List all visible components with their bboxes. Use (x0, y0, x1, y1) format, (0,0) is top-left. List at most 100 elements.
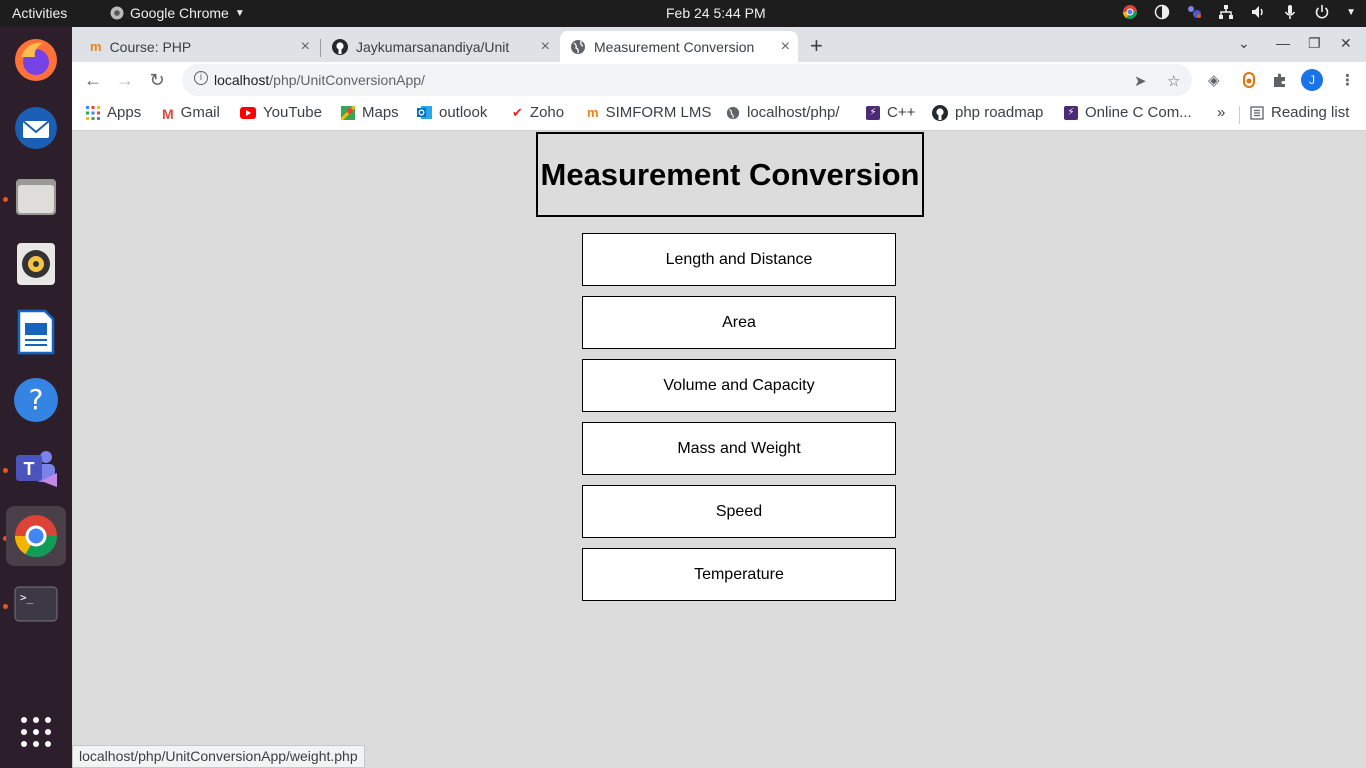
dock-terminal[interactable]: >_ (6, 574, 66, 634)
page-title-box: Measurement Conversion (536, 132, 924, 217)
send-tab-icon[interactable]: ➤ (1134, 72, 1147, 90)
forward-icon[interactable]: → (114, 69, 136, 91)
chrome-icon (14, 515, 58, 558)
dock-rhythmbox[interactable] (6, 234, 66, 294)
bookmarks-divider (1239, 106, 1240, 124)
dock-help[interactable]: ? (6, 370, 66, 430)
bookmark-label: Gmail (180, 104, 220, 121)
back-icon[interactable]: ← (82, 69, 104, 91)
app-name: Google Chrome (130, 5, 229, 21)
bookmark-gmail[interactable]: M Gmail (162, 104, 220, 122)
dock-files[interactable] (6, 166, 66, 226)
bookmark-label: outlook (439, 104, 488, 121)
address-bar[interactable]: i localhost/php/UnitConversionApp/ ➤ ☆ (182, 64, 1192, 96)
bookmark-star-icon[interactable]: ☆ (1167, 72, 1180, 90)
site-info-icon[interactable]: i (194, 71, 208, 85)
tab-search-icon[interactable]: ⌄ (1238, 35, 1250, 52)
chevron-down-icon[interactable]: ▼ (1346, 7, 1356, 18)
thunderbird-icon (15, 107, 57, 149)
tab-measurement-conversion[interactable]: Measurement Conversion × (560, 31, 798, 62)
volume-capacity-button[interactable]: Volume and Capacity (582, 359, 896, 412)
github-icon (932, 104, 948, 121)
maps-icon (341, 105, 355, 120)
reading-list-label: Reading list (1271, 104, 1350, 121)
night-light-icon[interactable] (1154, 4, 1170, 20)
dock: ? T >_ (0, 27, 72, 768)
help-icon: ? (14, 378, 58, 422)
terminal-icon: >_ (14, 586, 58, 622)
clock[interactable]: Feb 24 5:44 PM (666, 5, 766, 21)
github-icon (332, 38, 348, 55)
show-applications-button[interactable] (6, 702, 66, 762)
apps-grid-icon (86, 105, 100, 120)
tab-course-php[interactable]: m Course: PHP × (80, 31, 318, 62)
document-writer-icon (17, 309, 55, 355)
bookmark-zoho[interactable]: ✔ Zoho (512, 104, 564, 121)
bookmark-outlook[interactable]: outlook (417, 104, 487, 121)
gmail-icon: M (162, 105, 174, 122)
bookmark-label: YouTube (263, 104, 322, 121)
teams-tray-icon[interactable] (1186, 4, 1202, 20)
extension-orange-icon[interactable] (1242, 72, 1256, 88)
close-icon[interactable]: × (781, 38, 790, 56)
activities-button[interactable]: Activities (12, 5, 67, 21)
dock-teams[interactable]: T (6, 438, 66, 498)
tab-title: Jaykumarsanandiya/Unit (356, 38, 510, 55)
globe-icon (571, 39, 585, 54)
svg-text:>_: >_ (20, 591, 34, 604)
close-icon[interactable]: × (301, 38, 310, 56)
area-button[interactable]: Area (582, 296, 896, 349)
menu-kebab-icon[interactable]: ⋮ (1340, 71, 1355, 89)
bookmark-online-c-compiler[interactable]: ⚡ Online C Com... (1064, 104, 1192, 121)
microphone-icon[interactable] (1282, 4, 1298, 20)
bookmarks-overflow-button[interactable]: » (1217, 104, 1225, 121)
url-text[interactable]: localhost/php/UnitConversionApp/ (214, 72, 425, 88)
bookmarks-bar: Apps M Gmail YouTube Maps outlook ✔ Zoho… (72, 98, 1366, 131)
tab-strip: m Course: PHP × Jaykumarsanandiya/Unit ×… (72, 27, 1366, 62)
dock-writer[interactable] (6, 302, 66, 362)
bookmark-php-roadmap[interactable]: php roadmap (932, 104, 1043, 121)
close-icon[interactable]: × (541, 38, 550, 56)
bookmark-maps[interactable]: Maps (341, 104, 399, 121)
close-window-icon[interactable]: ✕ (1340, 35, 1352, 52)
bookmark-label: Apps (107, 104, 142, 121)
dock-chrome[interactable] (6, 506, 66, 566)
bookmark-label: php roadmap (955, 104, 1044, 121)
outlook-icon (417, 106, 432, 119)
svg-text:T: T (24, 459, 35, 479)
dock-thunderbird[interactable] (6, 98, 66, 158)
length-distance-button[interactable]: Length and Distance (582, 233, 896, 286)
extension-icon[interactable]: ◈ (1208, 71, 1220, 89)
temperature-button[interactable]: Temperature (582, 548, 896, 601)
network-icon[interactable] (1218, 4, 1234, 20)
mass-weight-button[interactable]: Mass and Weight (582, 422, 896, 475)
bookmark-localhost-php[interactable]: localhost/php/ (726, 104, 840, 121)
minimize-icon[interactable]: — (1276, 35, 1290, 51)
bookmark-youtube[interactable]: YouTube (240, 104, 322, 121)
folder-icon (16, 179, 56, 215)
power-icon[interactable] (1314, 4, 1330, 20)
reload-icon[interactable]: ↻ (146, 69, 168, 91)
dock-firefox[interactable] (6, 30, 66, 90)
tab-github[interactable]: Jaykumarsanandiya/Unit × (322, 31, 558, 62)
moodle-icon: m (90, 39, 102, 54)
reading-list-button[interactable]: Reading list (1250, 104, 1349, 121)
rhythmbox-icon (17, 243, 55, 285)
app-menu[interactable]: Google Chrome ▼ (110, 5, 245, 21)
svg-text:?: ? (29, 383, 44, 416)
extensions-puzzle-icon[interactable] (1272, 72, 1288, 88)
firefox-icon (15, 39, 57, 81)
bookmark-simform-lms[interactable]: m SIMFORM LMS (587, 104, 711, 121)
new-tab-button[interactable]: + (810, 33, 823, 59)
chrome-tray-icon[interactable] (1122, 4, 1138, 20)
system-tray[interactable]: ▼ (1122, 4, 1356, 20)
moodle-icon: m (587, 105, 599, 120)
profile-avatar[interactable]: J (1301, 69, 1323, 91)
restore-icon[interactable]: ❐ (1308, 35, 1321, 52)
bookmark-apps[interactable]: Apps (86, 104, 141, 121)
speed-button[interactable]: Speed (582, 485, 896, 538)
lightning-icon: ⚡ (1064, 105, 1078, 120)
page-content: Measurement Conversion Length and Distan… (72, 131, 1366, 768)
bookmark-cpp[interactable]: ⚡ C++ (866, 104, 915, 121)
volume-icon[interactable] (1250, 4, 1266, 20)
